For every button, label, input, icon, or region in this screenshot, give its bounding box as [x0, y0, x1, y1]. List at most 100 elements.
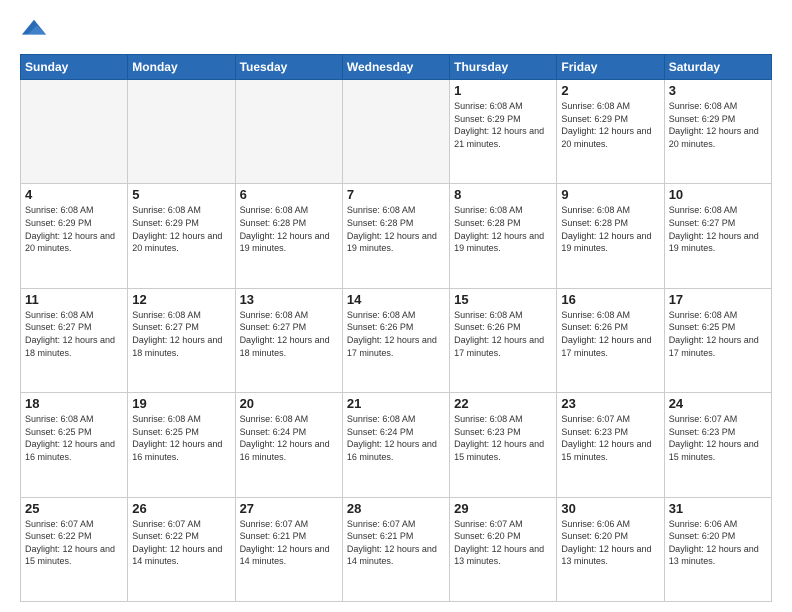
calendar-cell: 31 Sunrise: 6:06 AM Sunset: 6:20 PM Dayli…	[664, 497, 771, 601]
day-number: 24	[669, 396, 767, 411]
calendar-cell: 15 Sunrise: 6:08 AM Sunset: 6:26 PM Dayli…	[450, 288, 557, 392]
day-info: Sunrise: 6:08 AM Sunset: 6:29 PM Dayligh…	[561, 100, 659, 150]
day-info: Sunrise: 6:08 AM Sunset: 6:24 PM Dayligh…	[240, 413, 338, 463]
calendar-cell: 26 Sunrise: 6:07 AM Sunset: 6:22 PM Dayli…	[128, 497, 235, 601]
day-number: 18	[25, 396, 123, 411]
day-number: 28	[347, 501, 445, 516]
day-info: Sunrise: 6:08 AM Sunset: 6:24 PM Dayligh…	[347, 413, 445, 463]
weekday-header-wednesday: Wednesday	[342, 55, 449, 80]
calendar-cell: 10 Sunrise: 6:08 AM Sunset: 6:27 PM Dayli…	[664, 184, 771, 288]
day-number: 14	[347, 292, 445, 307]
calendar-cell: 22 Sunrise: 6:08 AM Sunset: 6:23 PM Dayli…	[450, 393, 557, 497]
day-info: Sunrise: 6:08 AM Sunset: 6:29 PM Dayligh…	[669, 100, 767, 150]
day-number: 30	[561, 501, 659, 516]
day-info: Sunrise: 6:07 AM Sunset: 6:21 PM Dayligh…	[347, 518, 445, 568]
calendar-cell	[128, 80, 235, 184]
day-number: 23	[561, 396, 659, 411]
day-number: 6	[240, 187, 338, 202]
day-info: Sunrise: 6:08 AM Sunset: 6:28 PM Dayligh…	[454, 204, 552, 254]
calendar-cell: 12 Sunrise: 6:08 AM Sunset: 6:27 PM Dayli…	[128, 288, 235, 392]
calendar-cell	[21, 80, 128, 184]
calendar-cell: 16 Sunrise: 6:08 AM Sunset: 6:26 PM Dayli…	[557, 288, 664, 392]
day-info: Sunrise: 6:08 AM Sunset: 6:26 PM Dayligh…	[561, 309, 659, 359]
calendar-cell: 11Sunrise: 6:08 AM Sunset: 6:27 PM Dayli…	[21, 288, 128, 392]
day-info: Sunrise: 6:07 AM Sunset: 6:23 PM Dayligh…	[561, 413, 659, 463]
day-number: 15	[454, 292, 552, 307]
logo	[20, 16, 52, 44]
day-number: 22	[454, 396, 552, 411]
day-number: 1	[454, 83, 552, 98]
calendar-cell: 18Sunrise: 6:08 AM Sunset: 6:25 PM Dayli…	[21, 393, 128, 497]
day-number: 21	[347, 396, 445, 411]
calendar-cell: 14 Sunrise: 6:08 AM Sunset: 6:26 PM Dayli…	[342, 288, 449, 392]
day-number: 13	[240, 292, 338, 307]
calendar-cell: 20 Sunrise: 6:08 AM Sunset: 6:24 PM Dayli…	[235, 393, 342, 497]
weekday-header-sunday: Sunday	[21, 55, 128, 80]
day-number: 9	[561, 187, 659, 202]
day-number: 12	[132, 292, 230, 307]
calendar-cell: 8 Sunrise: 6:08 AM Sunset: 6:28 PM Daylig…	[450, 184, 557, 288]
calendar-cell: 13 Sunrise: 6:08 AM Sunset: 6:27 PM Dayli…	[235, 288, 342, 392]
day-info: Sunrise: 6:08 AM Sunset: 6:27 PM Dayligh…	[669, 204, 767, 254]
day-number: 10	[669, 187, 767, 202]
calendar-cell: 2 Sunrise: 6:08 AM Sunset: 6:29 PM Daylig…	[557, 80, 664, 184]
day-info: Sunrise: 6:08 AM Sunset: 6:27 PM Dayligh…	[240, 309, 338, 359]
day-number: 29	[454, 501, 552, 516]
logo-icon	[20, 16, 48, 44]
day-info: Sunrise: 6:07 AM Sunset: 6:22 PM Dayligh…	[132, 518, 230, 568]
calendar-week-4: 18 Sunrise: 6:08 AM Sunset: 6:25 PM Dayli…	[21, 393, 772, 497]
calendar-cell: 29 Sunrise: 6:07 AM Sunset: 6:20 PM Dayli…	[450, 497, 557, 601]
day-info: Sunrise: 6:08 AM Sunset: 6:26 PM Dayligh…	[347, 309, 445, 359]
day-number: 8	[454, 187, 552, 202]
day-number: 7	[347, 187, 445, 202]
calendar-cell: 1 Sunrise: 6:08 AM Sunset: 6:29 PM Daylig…	[450, 80, 557, 184]
weekday-header-thursday: Thursday	[450, 55, 557, 80]
day-number: 16	[561, 292, 659, 307]
day-info: Sunrise: 6:08 AM Sunset: 6:28 PM Dayligh…	[240, 204, 338, 254]
day-info: Sunrise: 6:08 AM Sunset: 6:23 PM Dayligh…	[454, 413, 552, 463]
day-info: Sunrise: 6:08 AM Sunset: 6:29 PM Dayligh…	[132, 204, 230, 254]
day-number: 2	[561, 83, 659, 98]
day-number: 3	[669, 83, 767, 98]
day-number: 27	[240, 501, 338, 516]
day-number: 19	[132, 396, 230, 411]
calendar-cell	[342, 80, 449, 184]
calendar-cell: 28 Sunrise: 6:07 AM Sunset: 6:21 PM Dayli…	[342, 497, 449, 601]
calendar-cell: 21 Sunrise: 6:08 AM Sunset: 6:24 PM Dayli…	[342, 393, 449, 497]
day-info: Sunrise: 6:08 AM Sunset: 6:25 PM Dayligh…	[132, 413, 230, 463]
day-number: 31	[669, 501, 767, 516]
calendar-cell: 25 Sunrise: 6:07 AM Sunset: 6:22 PM Dayli…	[21, 497, 128, 601]
calendar-cell: 24Sunrise: 6:07 AM Sunset: 6:23 PM Dayli…	[664, 393, 771, 497]
day-number: 4	[25, 187, 123, 202]
calendar-table: SundayMondayTuesdayWednesdayThursdayFrid…	[20, 54, 772, 602]
calendar-cell: 4 Sunrise: 6:08 AM Sunset: 6:29 PM Daylig…	[21, 184, 128, 288]
day-info: Sunrise: 6:08 AM Sunset: 6:28 PM Dayligh…	[347, 204, 445, 254]
calendar-cell	[235, 80, 342, 184]
day-info: Sunrise: 6:08 AM Sunset: 6:25 PM Dayligh…	[669, 309, 767, 359]
calendar-cell: 7 Sunrise: 6:08 AM Sunset: 6:28 PM Daylig…	[342, 184, 449, 288]
day-info: Sunrise: 6:08 AM Sunset: 6:27 PM Dayligh…	[132, 309, 230, 359]
calendar-cell: 27 Sunrise: 6:07 AM Sunset: 6:21 PM Dayli…	[235, 497, 342, 601]
day-info: Sunrise: 6:08 AM Sunset: 6:29 PM Dayligh…	[25, 204, 123, 254]
day-number: 20	[240, 396, 338, 411]
calendar-week-2: 4 Sunrise: 6:08 AM Sunset: 6:29 PM Daylig…	[21, 184, 772, 288]
day-info: Sunrise: 6:07 AM Sunset: 6:21 PM Dayligh…	[240, 518, 338, 568]
day-number: 25	[25, 501, 123, 516]
day-info: Sunrise: 6:06 AM Sunset: 6:20 PM Dayligh…	[669, 518, 767, 568]
weekday-header-saturday: Saturday	[664, 55, 771, 80]
calendar-cell: 30Sunrise: 6:06 AM Sunset: 6:20 PM Dayli…	[557, 497, 664, 601]
page-header	[20, 16, 772, 44]
calendar-cell: 3 Sunrise: 6:08 AM Sunset: 6:29 PM Daylig…	[664, 80, 771, 184]
day-info: Sunrise: 6:07 AM Sunset: 6:22 PM Dayligh…	[25, 518, 123, 568]
day-info: Sunrise: 6:08 AM Sunset: 6:28 PM Dayligh…	[561, 204, 659, 254]
day-number: 11	[25, 292, 123, 307]
calendar-cell: 17Sunrise: 6:08 AM Sunset: 6:25 PM Dayli…	[664, 288, 771, 392]
day-number: 26	[132, 501, 230, 516]
weekday-header-tuesday: Tuesday	[235, 55, 342, 80]
day-info: Sunrise: 6:07 AM Sunset: 6:20 PM Dayligh…	[454, 518, 552, 568]
day-info: Sunrise: 6:08 AM Sunset: 6:26 PM Dayligh…	[454, 309, 552, 359]
weekday-header-friday: Friday	[557, 55, 664, 80]
calendar-cell: 19 Sunrise: 6:08 AM Sunset: 6:25 PM Dayli…	[128, 393, 235, 497]
weekday-header-row: SundayMondayTuesdayWednesdayThursdayFrid…	[21, 55, 772, 80]
day-info: Sunrise: 6:08 AM Sunset: 6:29 PM Dayligh…	[454, 100, 552, 150]
